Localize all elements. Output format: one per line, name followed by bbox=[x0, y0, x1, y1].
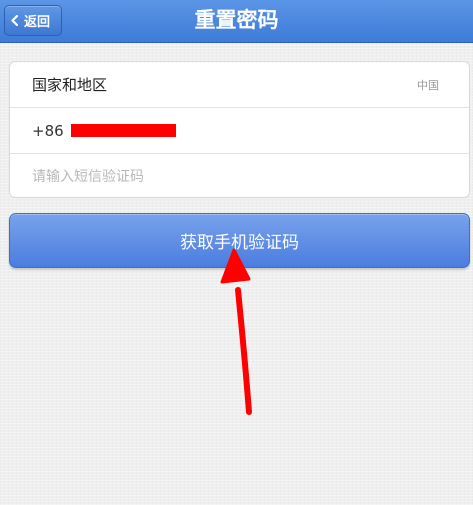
country-value: 中国 bbox=[417, 78, 439, 92]
phone-prefix: +86 bbox=[32, 121, 64, 140]
sms-code-input[interactable] bbox=[32, 168, 447, 185]
country-label: 国家和地区 bbox=[32, 76, 108, 94]
reset-form: 国家和地区 中国 +86 bbox=[9, 61, 470, 198]
get-verification-code-button[interactable]: 获取手机验证码 bbox=[9, 213, 470, 268]
phone-row[interactable]: +86 bbox=[10, 108, 469, 153]
redacted-phone-number bbox=[70, 124, 176, 137]
code-row bbox=[10, 154, 469, 199]
top-bar: 返回 重置密码 bbox=[0, 0, 473, 43]
country-row[interactable]: 国家和地区 中国 bbox=[10, 62, 469, 107]
page-title: 重置密码 bbox=[194, 8, 279, 32]
